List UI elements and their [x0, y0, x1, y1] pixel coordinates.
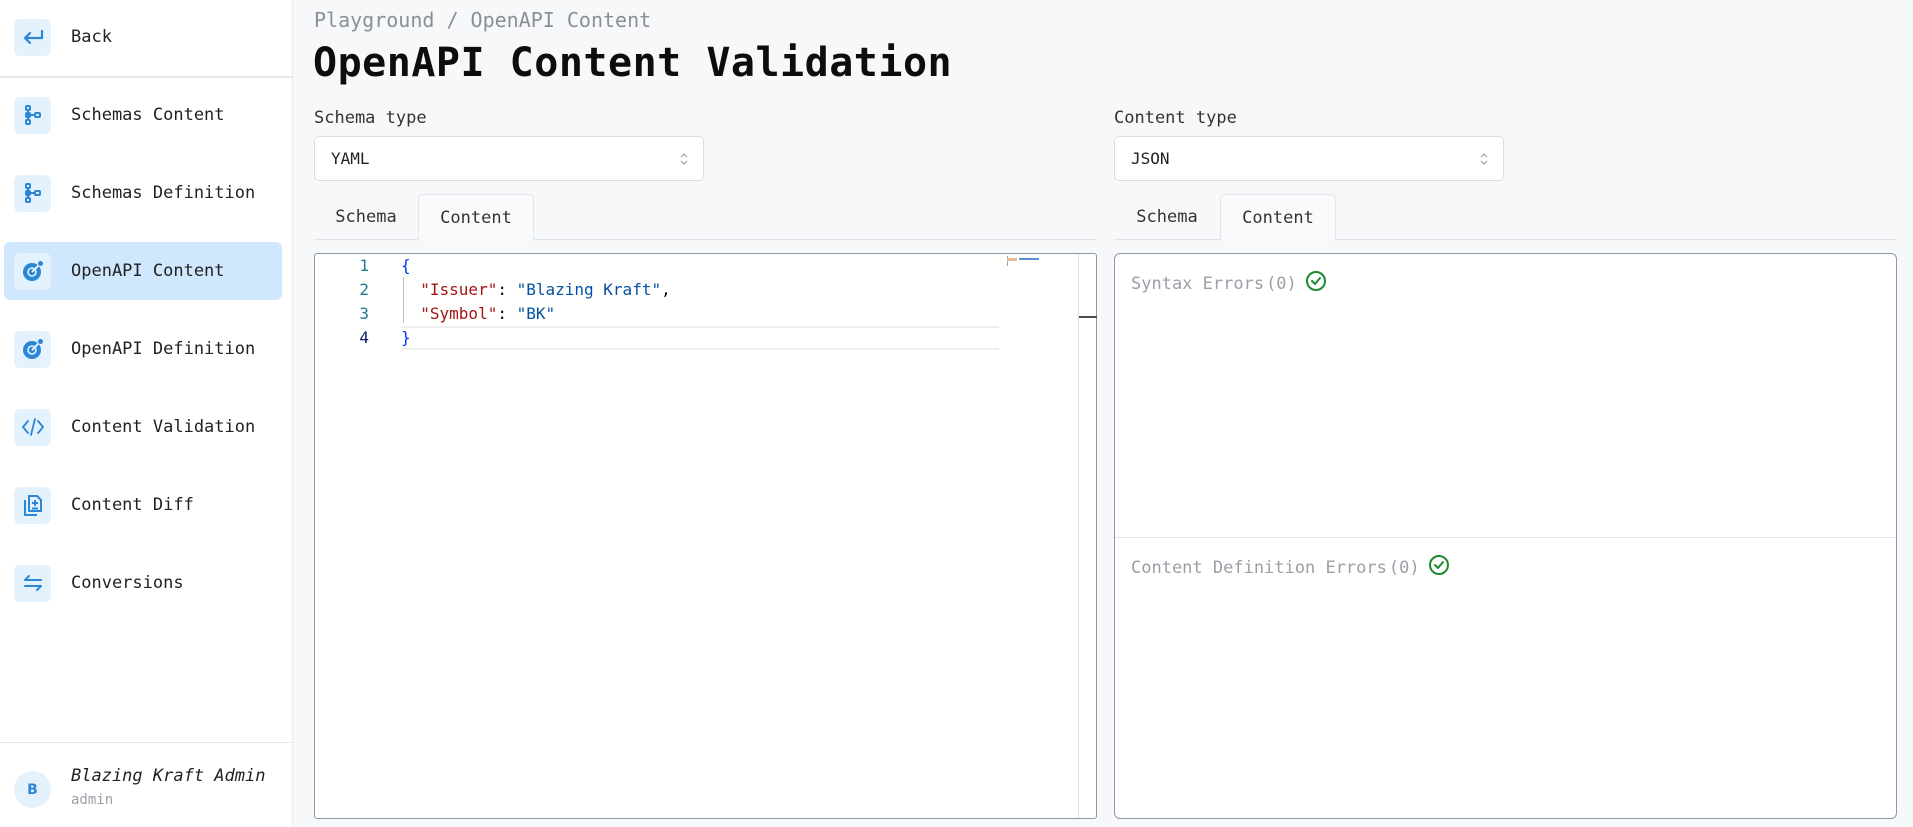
schema-tree-icon — [14, 174, 51, 212]
sidebar-item-label: Schemas Content — [71, 105, 225, 125]
cursor-position-mark — [1079, 316, 1097, 318]
editor-line: 4 } — [315, 326, 1096, 350]
sidebar-item-openapi-definition[interactable]: OpenAPI Definition — [4, 320, 282, 378]
code-editor[interactable]: 1 { 2 "Issuer": "Blazing Kraft", 3 "Symb… — [314, 253, 1097, 819]
chevron-up-down-icon — [1479, 149, 1489, 173]
sidebar-item-schemas-content[interactable]: Schemas Content — [4, 86, 282, 144]
code-icon — [14, 408, 51, 446]
sidebar-item-label: Schemas Definition — [71, 183, 256, 203]
left-tabs: Schema Content — [314, 194, 1097, 241]
back-label: Back — [71, 27, 112, 47]
line-number: 2 — [359, 280, 369, 299]
definition-errors-count: (0) — [1388, 557, 1420, 578]
schema-type-label: Schema type — [314, 108, 427, 128]
overview-ruler-scrollbar[interactable] — [1078, 254, 1097, 818]
tab-schema[interactable]: Schema — [1114, 194, 1220, 240]
syntax-errors-label: Syntax Errors — [1131, 273, 1265, 294]
code-token: , — [661, 280, 671, 299]
schema-tree-icon — [14, 96, 51, 134]
line-code: } — [401, 326, 411, 350]
code-token: "Blazing Kraft" — [516, 280, 662, 299]
breadcrumb: Playground / OpenAPI Content — [314, 8, 652, 32]
user-role: admin — [71, 792, 114, 808]
content-type-select[interactable]: JSON — [1114, 136, 1504, 181]
editor-line: 2 "Issuer": "Blazing Kraft", — [315, 278, 1096, 302]
sidebar-item-label: Content Diff — [71, 495, 194, 515]
avatar: B — [14, 771, 51, 808]
line-number: 3 — [359, 304, 369, 323]
minimap-mark — [1019, 258, 1039, 260]
chevron-up-down-icon — [679, 149, 689, 173]
sidebar-divider — [0, 76, 293, 78]
code-token: "Issuer" — [401, 280, 498, 299]
sidebar-item-conversions[interactable]: Conversions — [4, 554, 282, 612]
line-number: 4 — [359, 328, 369, 347]
back-button[interactable]: Back — [4, 8, 282, 66]
code-token: "BK" — [516, 304, 556, 323]
line-code: "Symbol": "BK" — [401, 302, 555, 326]
user-name: Blazing Kraft Admin — [71, 766, 266, 786]
validation-results-panel: Syntax Errors (0) Content Definition Err… — [1114, 253, 1897, 819]
sidebar-item-content-validation[interactable]: Content Validation — [4, 398, 282, 456]
definition-errors-label: Content Definition Errors — [1131, 557, 1387, 578]
sidebar: Back Schemas Content Schemas Definition … — [0, 0, 293, 827]
syntax-errors-header: Syntax Errors (0) — [1131, 270, 1327, 297]
arrow-return-left-icon — [14, 18, 51, 56]
editor-line: 3 "Symbol": "BK" — [315, 302, 1096, 326]
code-token: "Symbol" — [401, 304, 498, 323]
check-circle-icon — [1305, 270, 1327, 297]
code-token: { — [401, 256, 411, 275]
tab-content[interactable]: Content — [1220, 194, 1336, 241]
check-circle-icon — [1428, 554, 1450, 581]
arrows-exchange-icon — [14, 564, 51, 602]
sidebar-item-label: Content Validation — [71, 417, 256, 437]
sidebar-item-schemas-definition[interactable]: Schemas Definition — [4, 164, 282, 222]
syntax-errors-count: (0) — [1266, 273, 1297, 294]
file-diff-icon — [14, 486, 51, 524]
code-token: : — [497, 304, 517, 323]
content-type-label: Content type — [1114, 108, 1237, 128]
code-token: : — [497, 280, 517, 299]
right-tabs: Schema Content — [1114, 194, 1897, 241]
line-number: 1 — [359, 256, 369, 275]
content-type-value: JSON — [1131, 149, 1170, 168]
line-code: "Issuer": "Blazing Kraft", — [401, 278, 671, 302]
openapi-icon — [14, 252, 51, 290]
line-code: { — [401, 254, 411, 278]
minimap-mark — [1007, 258, 1017, 261]
tab-content[interactable]: Content — [418, 194, 534, 241]
openapi-icon — [14, 330, 51, 368]
sidebar-item-content-diff[interactable]: Content Diff — [4, 476, 282, 534]
sidebar-item-openapi-content[interactable]: OpenAPI Content — [4, 242, 282, 300]
sidebar-item-label: OpenAPI Content — [71, 261, 225, 281]
user-profile[interactable]: B Blazing Kraft Admin admin — [0, 742, 293, 827]
editor-minimap[interactable] — [1005, 256, 1045, 266]
sidebar-item-label: OpenAPI Definition — [71, 339, 256, 359]
code-token: } — [401, 328, 411, 347]
page-title: OpenAPI Content Validation — [313, 40, 953, 86]
section-divider — [1115, 537, 1896, 538]
definition-errors-header: Content Definition Errors (0) — [1131, 554, 1450, 581]
schema-type-select[interactable]: YAML — [314, 136, 704, 181]
sidebar-item-label: Conversions — [71, 573, 184, 593]
editor-line: 1 { — [315, 254, 1096, 278]
tab-schema[interactable]: Schema — [314, 194, 418, 240]
schema-type-value: YAML — [331, 149, 370, 168]
